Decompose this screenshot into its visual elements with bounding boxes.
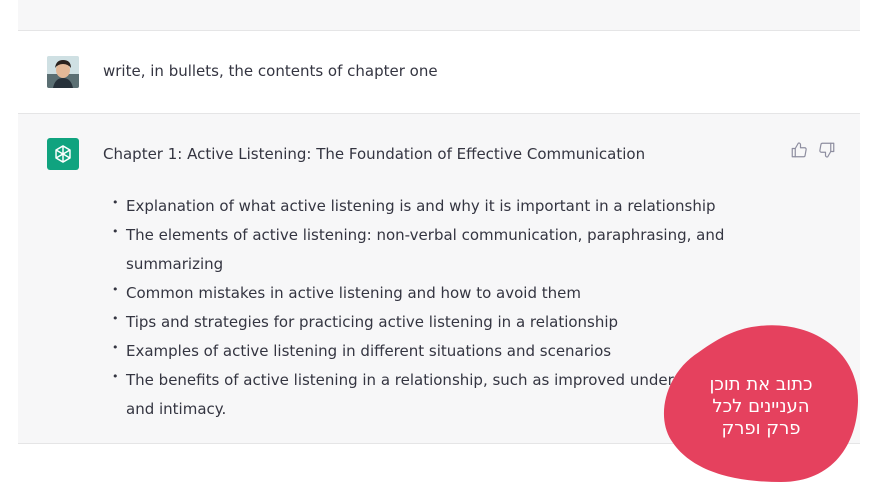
- user-avatar: [47, 56, 79, 88]
- annotation-line: כתוב את תוכן: [709, 374, 813, 395]
- list-item: Common mistakes in active listening and …: [110, 275, 750, 308]
- user-message-row: write, in bullets, the contents of chapt…: [18, 31, 860, 114]
- list-item: The elements of active listening: non-ve…: [110, 217, 750, 279]
- thumbs-down-icon[interactable]: [818, 141, 836, 159]
- list-item: Tips and strategies for practicing activ…: [110, 304, 750, 337]
- chapter-contents-list: Explanation of what active listening is …: [110, 188, 750, 424]
- annotation-line: העניינים לכל: [712, 396, 810, 417]
- hebrew-annotation-text: כתוב את תוכן העניינים לכל פרק ופרק: [672, 374, 850, 440]
- list-item: Explanation of what active listening is …: [110, 188, 750, 221]
- feedback-buttons: [790, 141, 836, 159]
- previous-message-strip: [18, 0, 860, 31]
- openai-logo-icon: [47, 138, 79, 170]
- thumbs-up-icon[interactable]: [790, 141, 808, 159]
- list-item: The benefits of active listening in a re…: [110, 362, 750, 424]
- assistant-chapter-title: Chapter 1: Active Listening: The Foundat…: [103, 145, 646, 163]
- user-message-text: write, in bullets, the contents of chapt…: [103, 62, 438, 80]
- annotation-line: פרק ופרק: [721, 418, 801, 439]
- list-item: Examples of active listening in differen…: [110, 333, 750, 366]
